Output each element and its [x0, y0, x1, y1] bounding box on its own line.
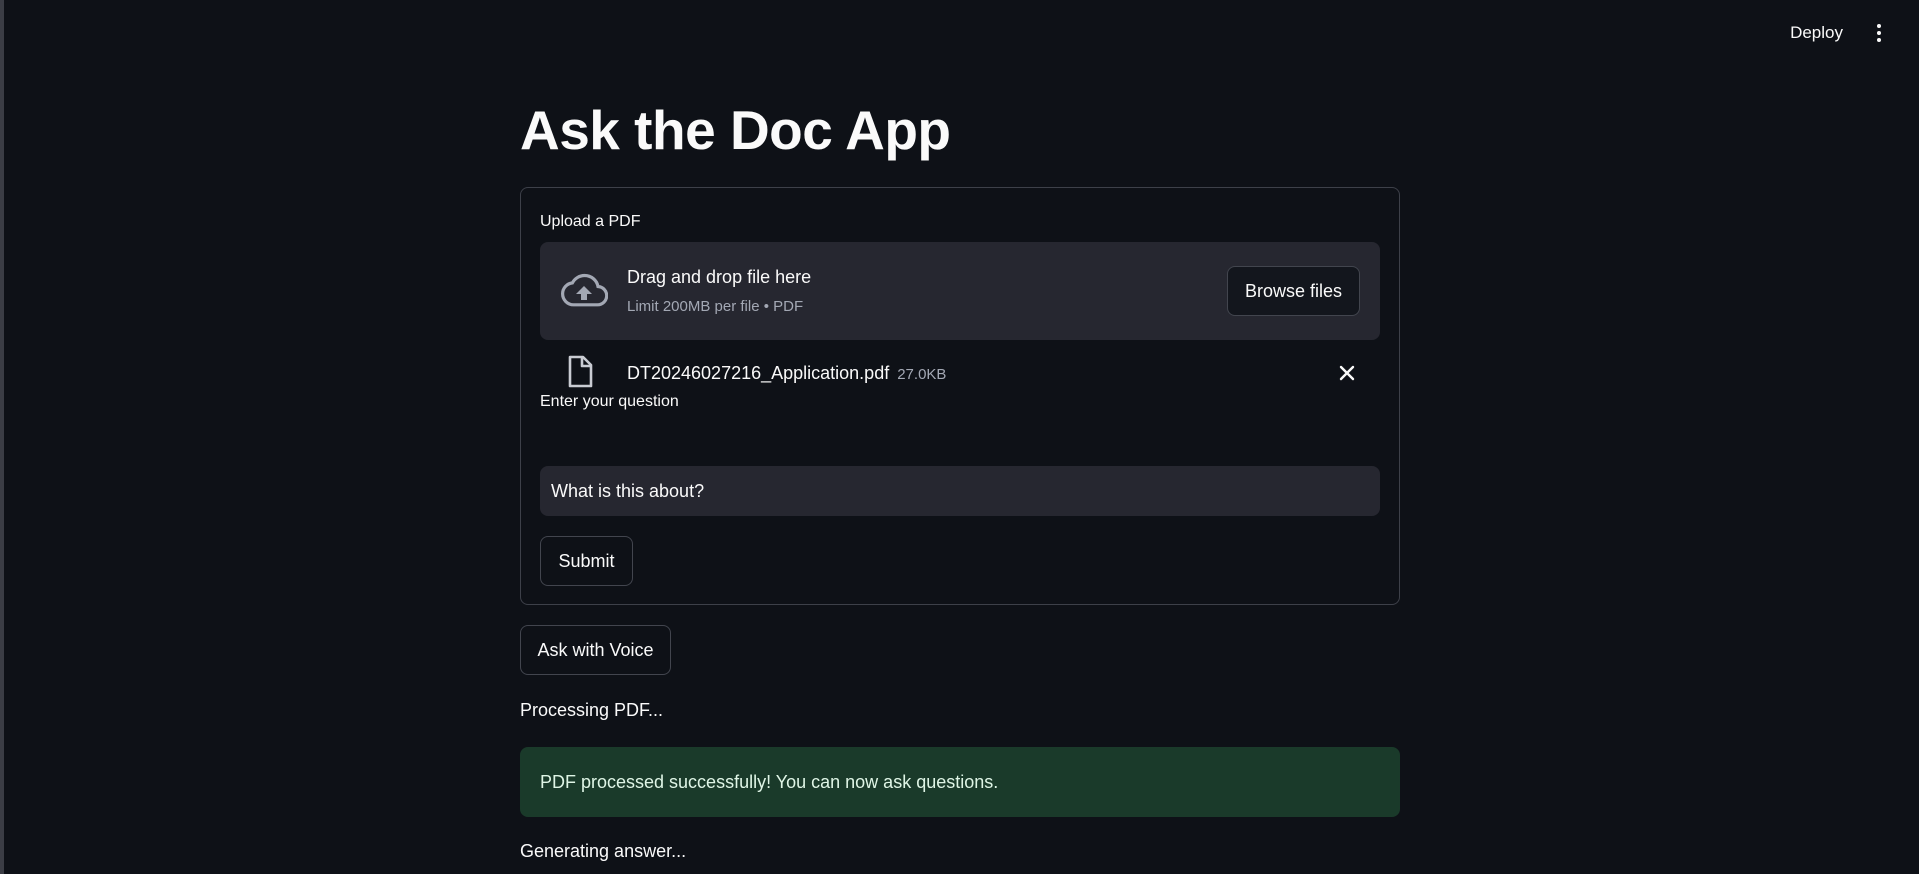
generating-status: Generating answer...	[520, 841, 687, 861]
uploaded-file-name: DT20246027216_Application.pdf 27.0KB	[627, 363, 946, 384]
ask-with-voice-button[interactable]: Ask with Voice	[520, 625, 671, 675]
dropzone-title: Drag and drop file here	[627, 267, 812, 287]
page-title: Ask the Doc App	[520, 99, 951, 161]
file-size: 27.0KB	[897, 366, 947, 383]
file-icon	[568, 355, 593, 388]
dropzone-limit-text: Limit 200MB per file • PDF	[627, 298, 804, 315]
question-label: Enter your question	[540, 393, 679, 410]
submit-button[interactable]: Submit	[540, 536, 633, 586]
uploaded-file-row: DT20246027216_Application.pdf 27.0KB	[540, 348, 1380, 398]
upload-label: Upload a PDF	[540, 213, 641, 230]
success-message: PDF processed successfully! You can now …	[540, 771, 999, 792]
file-dropzone[interactable]: Drag and drop file here Limit 200MB per …	[540, 242, 1380, 340]
cloud-upload-icon	[560, 273, 608, 307]
toolbar: Deploy	[1790, 22, 1889, 44]
question-input[interactable]	[540, 466, 1380, 516]
browse-files-button[interactable]: Browse files	[1227, 266, 1360, 316]
close-icon[interactable]	[1336, 362, 1358, 384]
file-name-text: DT20246027216_Application.pdf	[627, 363, 890, 383]
app-window: Deploy Ask the Doc App Upload a PDF Drag…	[0, 0, 1919, 874]
deploy-button[interactable]: Deploy	[1790, 23, 1843, 43]
success-alert: PDF processed successfully! You can now …	[520, 747, 1400, 817]
vertical-dots-icon[interactable]	[1869, 22, 1889, 44]
processing-status: Processing PDF...	[520, 700, 664, 720]
question-form: Upload a PDF Drag and drop file here Lim…	[520, 187, 1400, 605]
